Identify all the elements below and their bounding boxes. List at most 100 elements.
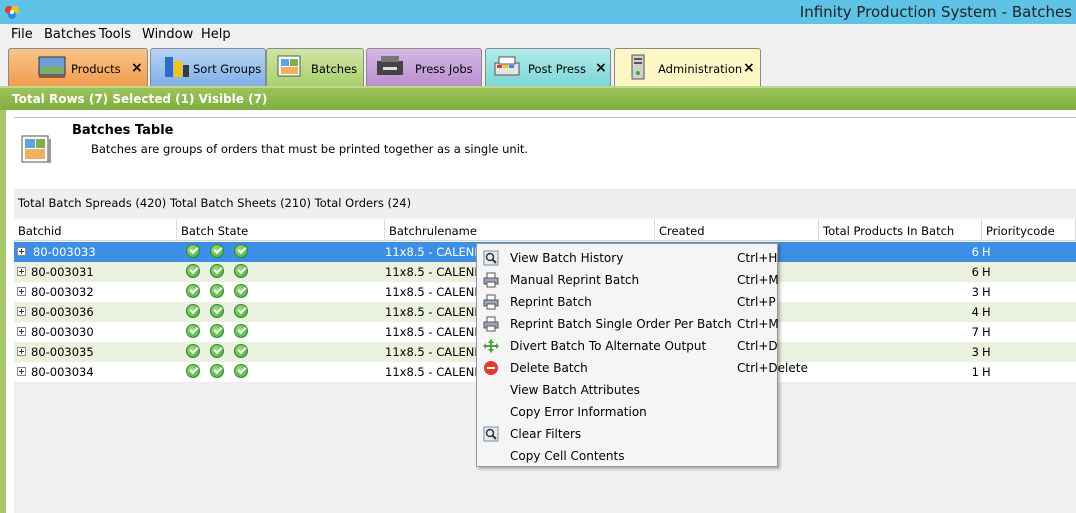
printer-icon	[483, 272, 499, 288]
cell-batchrulename[interactable]: 11x8.5 - CALENDAR	[385, 305, 477, 319]
cell-prioritycode[interactable]: H	[982, 265, 991, 279]
table-description-panel: Batches Table Batches are groups of orde…	[14, 117, 1076, 187]
cell-total-products[interactable]: 7	[819, 325, 979, 339]
printer-icon	[483, 316, 499, 332]
column-header-batchrulename[interactable]: Batchrulename	[385, 219, 655, 241]
context-menu-label: Manual Reprint Batch	[510, 273, 640, 287]
cell-batchid[interactable]: 80-003032	[31, 285, 94, 299]
tab-label: Post Press	[528, 62, 586, 76]
context-menu-item[interactable]: Copy Cell Contents	[477, 445, 777, 467]
close-icon[interactable]: ×	[743, 60, 755, 76]
context-menu-label: Copy Error Information	[510, 405, 647, 419]
state-ok-icon	[210, 364, 224, 378]
row-count-bar: Total Rows (7) Selected (1) Visible (7)	[0, 86, 1076, 110]
tab-label: Batches	[311, 62, 358, 76]
state-ok-icon	[186, 244, 200, 258]
menu-help[interactable]: Help	[201, 27, 231, 42]
cell-prioritycode[interactable]: H	[982, 345, 991, 359]
tab-label: Administration	[658, 62, 743, 76]
expand-row-icon[interactable]	[17, 367, 26, 376]
context-menu-item[interactable]: Copy Error Information	[477, 401, 777, 423]
cell-batchid[interactable]: 80-003035	[31, 345, 94, 359]
cell-batchid[interactable]: 80-003031	[31, 265, 94, 279]
cell-prioritycode[interactable]: H	[982, 365, 991, 379]
cell-total-products[interactable]: 6	[819, 245, 979, 259]
context-menu-item[interactable]: Divert Batch To Alternate Output Ctrl+D	[477, 335, 778, 357]
cell-prioritycode[interactable]: H	[982, 305, 991, 319]
context-menu-item[interactable]: Delete Batch Ctrl+Delete	[477, 357, 808, 379]
table-title: Batches Table	[72, 123, 174, 138]
cell-prioritycode[interactable]: H	[982, 245, 991, 259]
cell-batchrulename[interactable]: 11x8.5 - CALENDAR	[385, 265, 477, 279]
cell-batchrulename[interactable]: 11x8.5 - CALENDAR	[385, 245, 477, 259]
cell-batchrulename[interactable]: 11x8.5 - CALENDAR	[385, 285, 477, 299]
tab-administration[interactable]: Administration ×	[614, 48, 761, 86]
column-header-prioritycode[interactable]: Prioritycode	[982, 219, 1076, 241]
tab-batches[interactable]: Batches	[266, 48, 364, 88]
context-menu-item[interactable]: View Batch Attributes	[477, 379, 777, 401]
context-menu-label: View Batch History	[510, 251, 624, 265]
context-menu-item[interactable]: View Batch History Ctrl+H	[477, 247, 777, 269]
cell-batchid[interactable]: 80-003030	[31, 325, 94, 339]
cell-batchrulename[interactable]: 11x8.5 - CALENDAR	[385, 325, 477, 339]
context-menu-item[interactable]: Reprint Batch Ctrl+P	[477, 291, 777, 313]
cell-batchid[interactable]: 80-003033	[31, 245, 98, 259]
close-icon[interactable]: ×	[595, 60, 607, 76]
menu-tools[interactable]: Tools	[99, 27, 131, 42]
cell-batchrulename[interactable]: 11x8.5 - CALENDAR	[385, 345, 477, 359]
tab-sort-groups[interactable]: Sort Groups	[150, 48, 266, 86]
tab-press-jobs[interactable]: Press Jobs	[366, 48, 482, 86]
cell-batchid[interactable]: 80-003036	[31, 305, 94, 319]
column-header-batchid[interactable]: Batchid	[14, 219, 177, 241]
context-menu-label: View Batch Attributes	[510, 383, 640, 397]
tab-products[interactable]: Products ×	[8, 48, 148, 86]
administration-icon	[631, 54, 645, 80]
context-menu-shortcut: Ctrl+D	[737, 339, 778, 353]
state-ok-icon	[210, 344, 224, 358]
menu-bar: File Batches Tools Window Help	[0, 24, 1076, 46]
context-menu-label: Clear Filters	[510, 427, 582, 441]
cell-batchid[interactable]: 80-003034	[31, 365, 94, 379]
batches-icon	[277, 55, 301, 77]
cell-prioritycode[interactable]: H	[982, 325, 991, 339]
menu-window[interactable]: Window	[142, 27, 193, 42]
cell-total-products[interactable]: 3	[819, 285, 979, 299]
tab-post-press[interactable]: Post Press ×	[485, 48, 611, 86]
expand-row-icon[interactable]	[17, 287, 26, 296]
table-description: Batches are groups of orders that must b…	[91, 142, 529, 156]
cell-total-products[interactable]: 3	[819, 345, 979, 359]
state-ok-icon	[186, 364, 200, 378]
state-ok-icon	[186, 284, 200, 298]
expand-row-icon[interactable]	[17, 327, 26, 336]
menu-batches[interactable]: Batches	[44, 27, 96, 42]
grid-header: Batchid Batch State Batchrulename Create…	[14, 219, 1076, 241]
state-ok-icon	[210, 244, 224, 258]
context-menu-shortcut: Ctrl+Delete	[737, 361, 808, 375]
context-menu-item[interactable]: Clear Filters	[477, 423, 777, 445]
expand-row-icon[interactable]	[17, 267, 26, 276]
column-header-total-products[interactable]: Total Products In Batch	[819, 219, 982, 241]
context-menu-label: Reprint Batch Single Order Per Batch	[510, 317, 732, 331]
column-header-batch-state[interactable]: Batch State	[177, 219, 385, 241]
column-header-created[interactable]: Created	[655, 219, 819, 241]
batch-summary: Total Batch Spreads (420) Total Batch Sh…	[14, 189, 1076, 217]
tab-label: Sort Groups	[193, 62, 262, 76]
magnifier-icon	[483, 250, 499, 266]
context-menu-item[interactable]: Manual Reprint Batch Ctrl+M	[477, 269, 779, 291]
close-icon[interactable]: ×	[131, 60, 143, 76]
cell-batchrulename[interactable]: 11x8.5 - CALENDAR	[385, 365, 477, 379]
context-menu-item[interactable]: Reprint Batch Single Order Per Batch Ctrl…	[477, 313, 779, 335]
state-ok-icon	[186, 344, 200, 358]
cell-total-products[interactable]: 6	[819, 265, 979, 279]
sort-groups-icon	[165, 57, 189, 77]
expand-row-icon[interactable]	[17, 307, 26, 316]
context-menu-label: Delete Batch	[510, 361, 588, 375]
expand-row-icon[interactable]	[17, 347, 26, 356]
left-border	[0, 110, 6, 513]
menu-file[interactable]: File	[11, 27, 33, 42]
row-count-text: Total Rows (7) Selected (1) Visible (7)	[12, 92, 268, 106]
cell-total-products[interactable]: 4	[819, 305, 979, 319]
expand-row-icon[interactable]	[17, 247, 26, 256]
cell-total-products[interactable]: 1	[819, 365, 979, 379]
cell-prioritycode[interactable]: H	[982, 285, 991, 299]
